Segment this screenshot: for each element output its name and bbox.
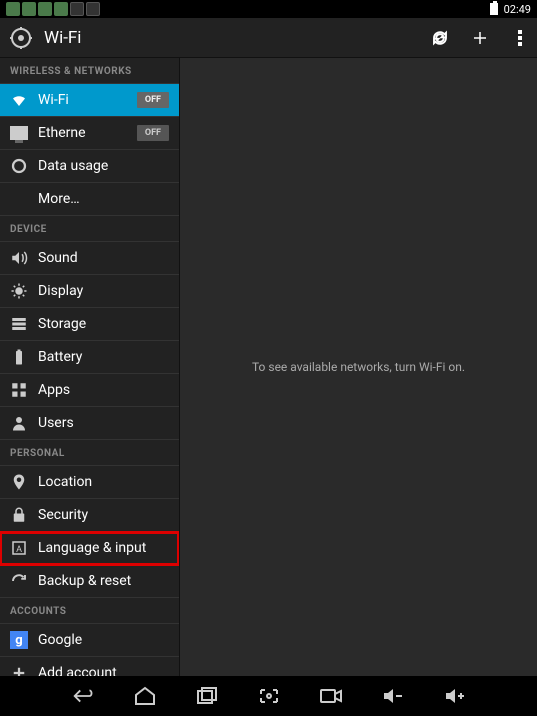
language-icon: A (10, 539, 28, 557)
notification-icon (38, 2, 52, 16)
sidebar-item-add-account[interactable]: Add account (0, 657, 179, 676)
ethernet-icon (10, 124, 28, 142)
section-header-accounts: ACCOUNTS (0, 598, 179, 624)
status-left-icons (6, 2, 100, 16)
sidebar-item-backup[interactable]: Backup & reset (0, 565, 179, 598)
data-usage-icon (10, 157, 28, 175)
battery-settings-icon (10, 348, 28, 366)
sidebar-item-ethernet[interactable]: Etherne OFF (0, 117, 179, 150)
back-button[interactable] (71, 684, 95, 708)
sidebar-item-label: Users (38, 415, 169, 431)
status-right: 02:49 (490, 3, 531, 16)
battery-icon (490, 3, 498, 15)
apps-icon (10, 381, 28, 399)
settings-icon[interactable] (8, 25, 34, 51)
svg-text:A: A (16, 545, 22, 555)
section-header-personal: PERSONAL (0, 440, 179, 466)
sidebar-item-label: Battery (38, 349, 169, 365)
sidebar-item-battery[interactable]: Battery (0, 341, 179, 374)
home-button[interactable] (133, 684, 157, 708)
sidebar-item-label: Sound (38, 250, 169, 266)
camera-button[interactable] (319, 684, 343, 708)
navigation-bar (0, 676, 537, 716)
sidebar-item-label: More… (38, 191, 169, 207)
sidebar-item-label: Display (38, 283, 169, 299)
sidebar-item-label: Etherne (38, 125, 131, 141)
recent-apps-button[interactable] (195, 684, 219, 708)
screenshot-button[interactable] (257, 684, 281, 708)
sidebar-item-security[interactable]: Security (0, 499, 179, 532)
sidebar-item-location[interactable]: Location (0, 466, 179, 499)
section-header-wireless: WIRELESS & NETWORKS (0, 58, 179, 84)
section-header-device: DEVICE (0, 216, 179, 242)
add-account-icon (10, 664, 28, 676)
sidebar-item-label: Location (38, 474, 169, 490)
notification-icon (22, 2, 36, 16)
content-area: WIRELESS & NETWORKS Wi-Fi OFF Etherne OF… (0, 58, 537, 676)
lock-icon (10, 506, 28, 524)
settings-sidebar[interactable]: WIRELESS & NETWORKS Wi-Fi OFF Etherne OF… (0, 58, 180, 676)
display-icon (10, 282, 28, 300)
sidebar-item-data-usage[interactable]: Data usage (0, 150, 179, 183)
sidebar-item-label: Data usage (38, 158, 169, 174)
volume-up-button[interactable] (443, 684, 467, 708)
notification-icon (86, 2, 100, 16)
sidebar-item-display[interactable]: Display (0, 275, 179, 308)
overflow-menu-icon[interactable] (511, 29, 529, 47)
sidebar-item-label: Language & input (38, 540, 169, 556)
sidebar-item-label: Backup & reset (38, 573, 169, 589)
status-bar: 02:49 (0, 0, 537, 18)
sidebar-item-users[interactable]: Users (0, 407, 179, 440)
sidebar-item-label: Google (38, 632, 169, 648)
wifi-off-message: To see available networks, turn Wi-Fi on… (252, 360, 465, 374)
sidebar-item-language[interactable]: A Language & input (0, 532, 179, 565)
wifi-toggle[interactable]: OFF (137, 92, 169, 108)
detail-pane: To see available networks, turn Wi-Fi on… (180, 58, 537, 676)
sidebar-item-label: Apps (38, 382, 169, 398)
volume-down-button[interactable] (381, 684, 405, 708)
sidebar-item-sound[interactable]: Sound (0, 242, 179, 275)
location-icon (10, 473, 28, 491)
sidebar-item-more[interactable]: More… (0, 183, 179, 216)
sidebar-item-label: Storage (38, 316, 169, 332)
refresh-icon[interactable] (431, 29, 449, 47)
sidebar-item-apps[interactable]: Apps (0, 374, 179, 407)
storage-icon (10, 315, 28, 333)
users-icon (10, 414, 28, 432)
sidebar-item-google[interactable]: g Google (0, 624, 179, 657)
sidebar-item-label: Security (38, 507, 169, 523)
wifi-icon (10, 91, 28, 109)
sidebar-item-storage[interactable]: Storage (0, 308, 179, 341)
action-bar: Wi-Fi (0, 18, 537, 58)
notification-icon (70, 2, 84, 16)
sidebar-item-label: Add account (38, 665, 169, 676)
page-title: Wi-Fi (44, 28, 431, 48)
notification-icon (54, 2, 68, 16)
add-icon[interactable] (471, 29, 489, 47)
sound-icon (10, 249, 28, 267)
ethernet-toggle[interactable]: OFF (137, 125, 169, 141)
clock: 02:49 (504, 3, 531, 16)
sidebar-item-label: Wi-Fi (38, 92, 131, 108)
notification-icon (6, 2, 20, 16)
google-icon: g (10, 631, 28, 649)
sidebar-item-wifi[interactable]: Wi-Fi OFF (0, 84, 179, 117)
backup-icon (10, 572, 28, 590)
